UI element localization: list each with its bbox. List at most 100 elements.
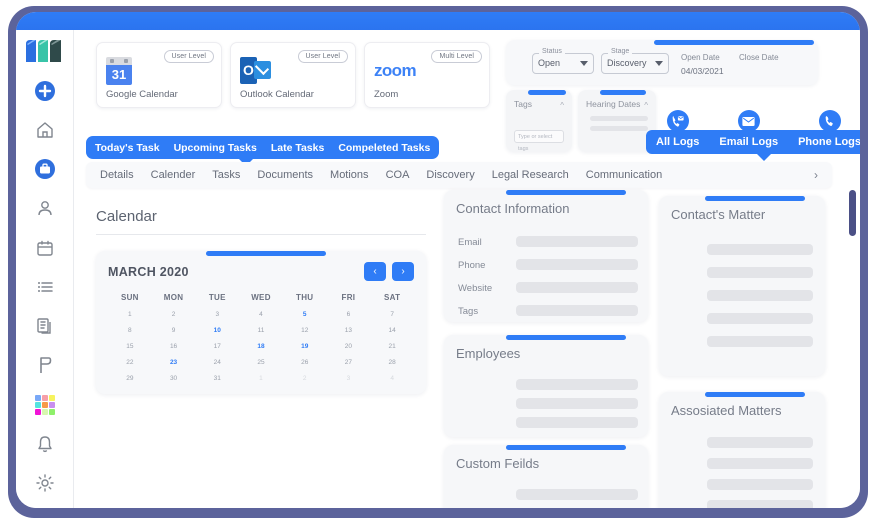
calendar-day-cell[interactable]: 12 bbox=[283, 327, 327, 334]
tab-discovery[interactable]: Discovery bbox=[426, 169, 474, 181]
sidebar-item-tasks[interactable] bbox=[28, 272, 62, 301]
calendar-day-cell[interactable]: 23 bbox=[152, 359, 196, 366]
calendar-day-cell[interactable]: 8 bbox=[108, 327, 152, 334]
collapse-icon[interactable]: ^ bbox=[560, 101, 564, 110]
calendar-day-cell[interactable]: 15 bbox=[108, 343, 152, 350]
calendar-day-cell[interactable]: 25 bbox=[239, 359, 283, 366]
task-tab-late-tasks[interactable]: Late Tasks bbox=[271, 142, 325, 154]
sidebar-item-matters[interactable] bbox=[28, 155, 62, 184]
phone-icon bbox=[818, 110, 841, 132]
field-label-phone: Phone bbox=[458, 260, 486, 271]
sidebar-item-home[interactable] bbox=[28, 115, 62, 144]
tab-legal-research[interactable]: Legal Research bbox=[492, 169, 569, 181]
calendar-next-button[interactable]: › bbox=[392, 262, 414, 281]
associated-matters-panel: Assosiated Matters bbox=[659, 392, 825, 508]
sidebar-item-settings[interactable] bbox=[28, 469, 62, 498]
calendar-day-cell[interactable]: 14 bbox=[370, 327, 414, 334]
skeleton-row bbox=[516, 379, 638, 390]
calendar-day-cell[interactable]: 2 bbox=[152, 311, 196, 318]
vertical-scrollbar[interactable] bbox=[849, 190, 856, 494]
calendar-day-cell[interactable]: 27 bbox=[327, 359, 371, 366]
tags-input[interactable]: Type or select tags bbox=[514, 130, 564, 152]
sidebar-item-apps[interactable] bbox=[28, 390, 62, 419]
tags-panel: Tags ^ Type or select tags bbox=[506, 90, 572, 152]
sidebar-item-documents[interactable] bbox=[28, 312, 62, 341]
integration-card-google-calendar[interactable]: User Level 31 Google Calendar bbox=[96, 42, 222, 108]
calendar-day-cell[interactable]: 3 bbox=[327, 375, 371, 382]
tab-communication[interactable]: Communication bbox=[586, 169, 662, 181]
website-value-skeleton[interactable] bbox=[516, 282, 638, 293]
phone-value-skeleton[interactable] bbox=[516, 259, 638, 270]
calendar-day-cell[interactable]: 4 bbox=[239, 311, 283, 318]
scrollbar-thumb[interactable] bbox=[849, 190, 856, 236]
calendar-day-cell[interactable]: 4 bbox=[370, 375, 414, 382]
calendar-day-cell[interactable]: 1 bbox=[239, 375, 283, 382]
calendar-day-cell[interactable]: 19 bbox=[283, 343, 327, 350]
level-badge: User Level bbox=[163, 50, 214, 63]
calendar-week-row: 8 9 10 11 12 13 14 bbox=[108, 327, 414, 334]
calendar-day-cell[interactable]: 13 bbox=[327, 327, 371, 334]
sidebar-item-notifications[interactable] bbox=[28, 429, 62, 458]
calendar-day-cell[interactable]: 21 bbox=[370, 343, 414, 350]
sidebar-item-calendar[interactable] bbox=[28, 233, 62, 262]
phone-logs-button[interactable]: Phone Logs bbox=[788, 110, 860, 154]
skeleton-row bbox=[590, 116, 648, 121]
calendar-day-cell[interactable]: 17 bbox=[195, 343, 239, 350]
email-value-skeleton[interactable] bbox=[516, 236, 638, 247]
matter-nav-tabs: Details Calender Tasks Documents Motions… bbox=[86, 162, 832, 188]
calendar-day-cell[interactable]: 20 bbox=[327, 343, 371, 350]
status-select[interactable]: Status Open bbox=[532, 48, 594, 74]
tab-motions[interactable]: Motions bbox=[330, 169, 369, 181]
calendar-day-cell[interactable]: 29 bbox=[108, 375, 152, 382]
task-tab-todays-task[interactable]: Today's Task bbox=[95, 142, 160, 154]
calendar-day-cell[interactable]: 2 bbox=[283, 375, 327, 382]
all-logs-button[interactable]: All Logs bbox=[646, 110, 710, 154]
tags-value-skeleton[interactable] bbox=[516, 305, 638, 316]
integration-card-outlook-calendar[interactable]: User Level O Outlook Calendar bbox=[230, 42, 356, 108]
calendar-day-cell[interactable]: 30 bbox=[152, 375, 196, 382]
tab-calender[interactable]: Calender bbox=[151, 169, 196, 181]
calendar-day-cell[interactable]: 24 bbox=[195, 359, 239, 366]
integration-card-zoom[interactable]: Multi Level zoom Zoom bbox=[364, 42, 490, 108]
calendar-day-cell[interactable]: 26 bbox=[283, 359, 327, 366]
calendar-day-name: THU bbox=[296, 293, 314, 302]
calendar-day-cell[interactable]: 3 bbox=[195, 311, 239, 318]
calendar-day-cell[interactable]: 10 bbox=[195, 327, 239, 334]
field-label-email: Email bbox=[458, 237, 482, 248]
calendar-day-cell[interactable]: 6 bbox=[327, 311, 371, 318]
log-buttons-group: All Logs Email Logs Phone Logs bbox=[646, 110, 860, 161]
calendar-prev-button[interactable]: ‹ bbox=[364, 262, 386, 281]
status-label: Status bbox=[539, 48, 565, 55]
calendar-day-cell[interactable]: 9 bbox=[152, 327, 196, 334]
panel-accent-bar bbox=[705, 392, 805, 397]
app-logo[interactable] bbox=[24, 38, 66, 64]
contacts-matter-panel: Contact's Matter bbox=[659, 196, 825, 376]
tab-documents[interactable]: Documents bbox=[257, 169, 313, 181]
calendar-day-names: SUN MON TUE WED THU FRI SAT bbox=[108, 293, 414, 302]
task-tab-completed-tasks[interactable]: Compeleted Tasks bbox=[338, 142, 430, 154]
stage-select[interactable]: Stage Discovery bbox=[601, 48, 669, 74]
level-badge: User Level bbox=[297, 50, 348, 63]
collapse-icon[interactable]: ^ bbox=[644, 101, 648, 110]
tab-tasks[interactable]: Tasks bbox=[212, 169, 240, 181]
calendar-day-cell[interactable]: 1 bbox=[108, 311, 152, 318]
chevron-right-icon[interactable]: › bbox=[814, 168, 818, 182]
task-tab-upcoming-tasks[interactable]: Upcoming Tasks bbox=[174, 142, 257, 154]
calendar-day-cell[interactable]: 28 bbox=[370, 359, 414, 366]
calendar-day-cell[interactable]: 7 bbox=[370, 311, 414, 318]
sidebar-item-flags[interactable] bbox=[28, 351, 62, 380]
panel-accent-bar bbox=[528, 90, 566, 95]
email-logs-button[interactable]: Email Logs bbox=[709, 110, 789, 154]
panel-accent-bar bbox=[654, 40, 814, 45]
calendar-day-cell[interactable]: 5 bbox=[283, 311, 327, 318]
calendar-day-cell[interactable]: 11 bbox=[239, 327, 283, 334]
skeleton-row bbox=[707, 458, 813, 469]
calendar-day-cell[interactable]: 31 bbox=[195, 375, 239, 382]
calendar-day-cell[interactable]: 16 bbox=[152, 343, 196, 350]
sidebar-item-contacts[interactable] bbox=[28, 194, 62, 223]
calendar-day-cell[interactable]: 22 bbox=[108, 359, 152, 366]
tab-coa[interactable]: COA bbox=[386, 169, 410, 181]
tab-details[interactable]: Details bbox=[100, 169, 134, 181]
sidebar-item-add[interactable] bbox=[28, 76, 62, 105]
calendar-day-cell[interactable]: 18 bbox=[239, 343, 283, 350]
